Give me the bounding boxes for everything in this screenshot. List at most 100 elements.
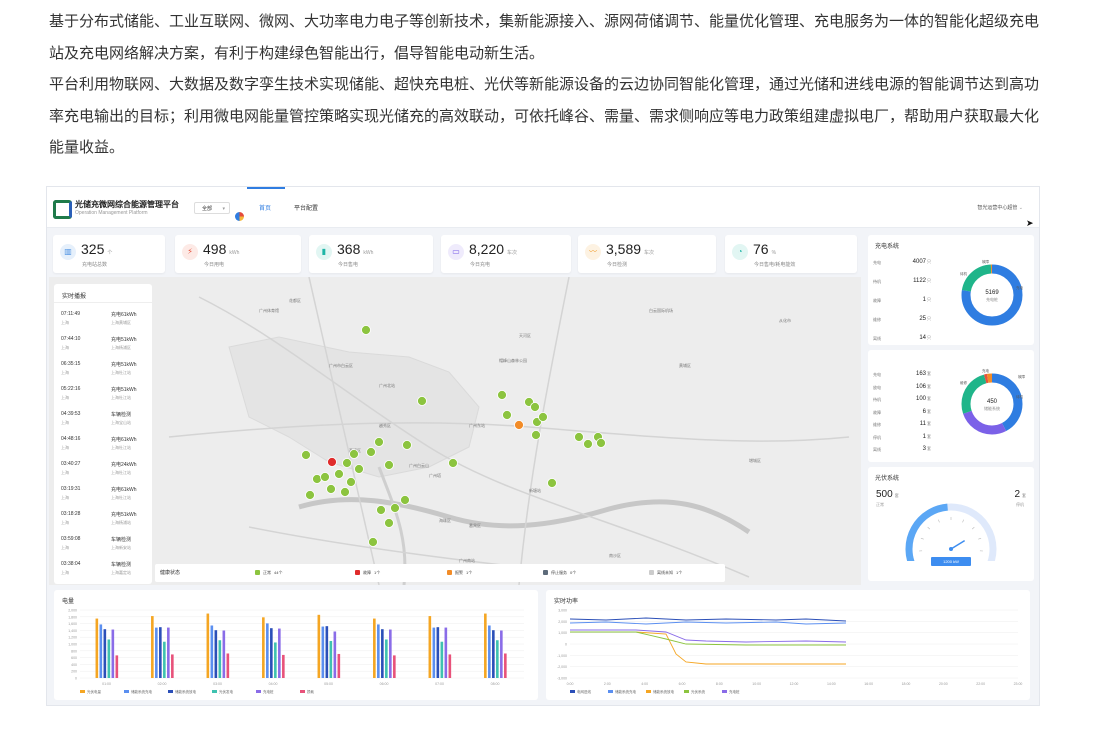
- station-marker[interactable]: [305, 490, 315, 500]
- health-item[interactable]: 正常 44个: [255, 570, 282, 576]
- station-marker[interactable]: [417, 396, 427, 406]
- station-marker[interactable]: [547, 478, 557, 488]
- station-marker[interactable]: [384, 518, 394, 528]
- feed-city: 上海: [61, 370, 69, 375]
- station-marker[interactable]: [342, 458, 352, 468]
- stat-row: 故障 6套: [873, 408, 931, 416]
- station-marker[interactable]: [502, 410, 512, 420]
- map-canvas[interactable]: 广州体育馆广州市白云区广州北站广州东站广州塔 白云国际机场 花都区番禺区 天河区黄埔区…: [49, 277, 861, 585]
- station-marker[interactable]: [402, 440, 412, 450]
- stat-row-label: 维修: [873, 317, 881, 322]
- station-marker[interactable]: [574, 432, 584, 442]
- energy-bar: [385, 639, 388, 678]
- feed-item[interactable]: 03:38:04 上海 车辆检测 上海嘉定站: [61, 561, 146, 581]
- station-marker[interactable]: [596, 438, 606, 448]
- legend-swatch: [256, 690, 261, 693]
- stat-label: 今日检测: [607, 262, 628, 268]
- station-marker[interactable]: [346, 477, 356, 487]
- avatar[interactable]: [235, 212, 244, 221]
- station-marker[interactable]: [530, 402, 540, 412]
- health-item[interactable]: 停止服务 0个: [543, 570, 576, 576]
- station-marker[interactable]: [531, 430, 541, 440]
- x-tick-label: 04:00: [269, 682, 278, 686]
- legend-label: 光伏电量: [87, 689, 101, 694]
- chevron-down-icon: ▾: [222, 206, 225, 212]
- x-tick-label: 4:00: [641, 682, 648, 686]
- health-item[interactable]: 故障 1个: [355, 570, 380, 576]
- power-series-line: [569, 617, 847, 622]
- y-tick-label: 2,000: [68, 609, 77, 613]
- station-marker[interactable]: [361, 325, 371, 335]
- stat-number: 498: [203, 241, 227, 257]
- energy-bar: [103, 629, 107, 678]
- tab-platform-config[interactable]: 平台配置: [294, 203, 318, 212]
- feed-event: 充电51kWh: [111, 512, 137, 518]
- donut-legend-label: 充电: [982, 368, 990, 373]
- feed-item[interactable]: 03:59:08 上海 车辆检测 上海新安站: [61, 536, 146, 556]
- map-label: 帽峰山森林公园: [499, 357, 527, 363]
- stat-unit: 车次: [507, 250, 518, 256]
- health-swatch: [543, 570, 548, 575]
- station-map[interactable]: 广州体育馆 广州市白云区 广州北站 广州东站 广州塔 白云国际机场 花都区 番禺区 天河区 黄埔区…: [49, 277, 861, 585]
- station-marker[interactable]: [327, 457, 337, 467]
- station-marker[interactable]: [514, 420, 524, 430]
- station-marker[interactable]: [366, 447, 376, 457]
- feed-city: 上海: [61, 520, 69, 525]
- station-marker[interactable]: [374, 437, 384, 447]
- intro-paragraph-1: 基于分布式储能、工业互联网、微网、大功率电力电子等创新技术，集新能源接入、源网荷…: [49, 13, 1040, 62]
- health-count: 1个: [466, 570, 473, 575]
- station-marker[interactable]: [312, 474, 322, 484]
- station-marker[interactable]: [301, 450, 311, 460]
- energy-bar: [500, 630, 503, 678]
- tab-home[interactable]: 首页: [259, 203, 271, 212]
- feed-time: 07:11:49: [61, 311, 81, 317]
- station-marker[interactable]: [384, 460, 394, 470]
- station-marker[interactable]: [368, 537, 378, 547]
- feed-item[interactable]: 07:11:49 上海 充电61kWh 上海黄埔区: [61, 311, 146, 331]
- station-marker[interactable]: [448, 458, 458, 468]
- station-marker[interactable]: [538, 412, 548, 422]
- feed-item[interactable]: 06:35:15 上海 充电51kWh 上海杜江站: [61, 361, 146, 381]
- feed-item[interactable]: 04:48:16 上海 充电61kWh 上海杜江站: [61, 436, 146, 456]
- station-marker[interactable]: [497, 390, 507, 400]
- legend-swatch: [570, 690, 575, 693]
- y-tick-label: 2,000: [558, 620, 567, 624]
- chevron-down-icon: ⌄: [1018, 205, 1023, 211]
- stat-number: 8,220: [469, 241, 505, 257]
- energy-bar: [218, 640, 222, 678]
- user-menu[interactable]: 智光运营中心超管 ⌄: [977, 204, 1023, 211]
- station-marker[interactable]: [400, 495, 410, 505]
- stat-row-value: 1套: [922, 433, 931, 440]
- feed-item[interactable]: 03:19:31 上海 充电61kWh 上海杜江站: [61, 486, 146, 506]
- station-marker[interactable]: [390, 503, 400, 513]
- station-marker[interactable]: [320, 472, 330, 482]
- feed-item[interactable]: 07:44:10 上海 充电51kWh 上海杨浦区: [61, 336, 146, 356]
- stat-unit: %: [771, 250, 777, 256]
- feed-item[interactable]: 05:22:16 上海 充电51kWh 上海杜江站: [61, 386, 146, 406]
- feed-item[interactable]: 04:39:53 上海 车辆检测 上海宝山站: [61, 411, 146, 431]
- feed-item[interactable]: 03:18:28 上海 充电51kWh 上海杨浦站: [61, 511, 146, 531]
- legend-swatch: [684, 690, 689, 693]
- station-marker[interactable]: [334, 469, 344, 479]
- app-subtitle: Operation Management Platform: [75, 210, 148, 216]
- energy-bar: [337, 653, 341, 678]
- energy-bar: [393, 655, 396, 678]
- station-marker[interactable]: [326, 484, 336, 494]
- station-marker[interactable]: [376, 505, 386, 515]
- health-item[interactable]: 报警 1个: [447, 570, 472, 576]
- station-marker[interactable]: [349, 449, 359, 459]
- energy-bar: [389, 629, 392, 678]
- feed-item[interactable]: 03:40:27 上海 充电24kWh 上海杜江站: [61, 461, 146, 481]
- energy-bar: [95, 618, 99, 678]
- health-label: 正常: [263, 570, 271, 575]
- station-selector[interactable]: 全部 ▾: [194, 202, 230, 214]
- stat-row-value: 100套: [915, 396, 931, 402]
- health-item[interactable]: 离线未知 1个: [649, 570, 682, 576]
- energy-bar: [484, 613, 487, 678]
- stat-row-value: 6套: [922, 408, 931, 415]
- station-marker[interactable]: [583, 439, 593, 449]
- station-marker[interactable]: [354, 464, 364, 474]
- station-marker[interactable]: [340, 487, 350, 497]
- x-tick-label: 08:00: [491, 682, 500, 686]
- gauge-tick: [962, 519, 964, 523]
